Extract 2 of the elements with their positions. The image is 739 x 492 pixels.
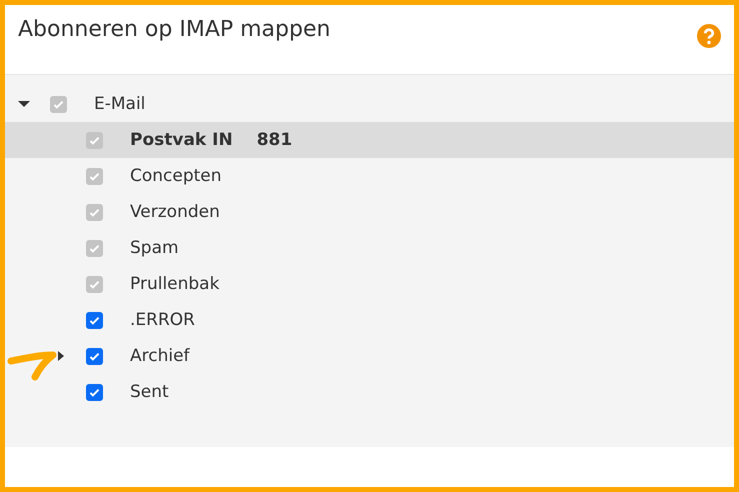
dialog-title: Abonneren op IMAP mappen	[18, 17, 330, 42]
unread-count: 881	[256, 130, 292, 150]
